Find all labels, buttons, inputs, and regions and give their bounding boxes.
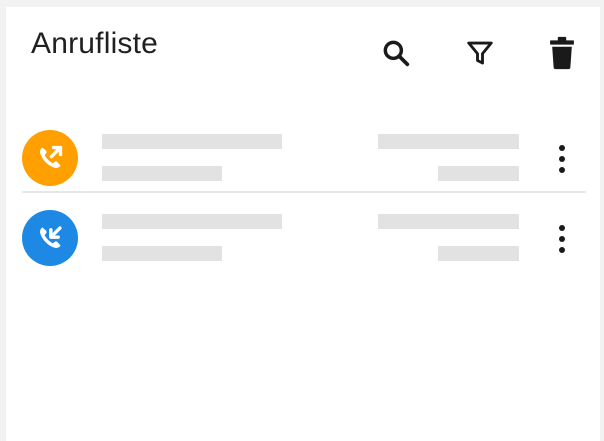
caller-name-placeholder — [102, 134, 282, 149]
more-vert-icon-dot — [559, 236, 565, 242]
caller-name-placeholder — [102, 214, 282, 229]
filter-icon — [467, 41, 493, 65]
call-duration-placeholder — [438, 166, 519, 181]
call-time-placeholder — [378, 214, 519, 229]
call-type-avatar — [22, 210, 78, 266]
search-button[interactable] — [376, 33, 416, 73]
incoming-call-icon — [40, 226, 62, 248]
more-vert-icon-dot — [559, 167, 565, 173]
call-type-avatar — [22, 130, 78, 186]
outgoing-call-icon — [40, 145, 63, 168]
call-log-panel: Anrufliste — [6, 7, 600, 441]
search-icon — [383, 40, 410, 67]
filter-button[interactable] — [460, 33, 500, 73]
page-title: Anrufliste — [31, 27, 159, 60]
more-vert-icon — [559, 145, 565, 151]
call-time-placeholder — [378, 134, 519, 149]
call-list-item[interactable] — [6, 193, 600, 271]
call-duration-placeholder — [438, 246, 519, 261]
more-options-button[interactable] — [550, 139, 574, 179]
more-vert-icon-dot — [559, 247, 565, 253]
delete-button[interactable] — [542, 33, 582, 73]
more-options-button[interactable] — [550, 219, 574, 259]
call-list-item[interactable] — [6, 113, 600, 191]
more-vert-icon — [559, 225, 565, 231]
trash-icon — [550, 36, 574, 70]
caller-number-placeholder — [102, 246, 222, 261]
more-vert-icon-dot — [559, 156, 565, 162]
caller-number-placeholder — [102, 166, 222, 181]
